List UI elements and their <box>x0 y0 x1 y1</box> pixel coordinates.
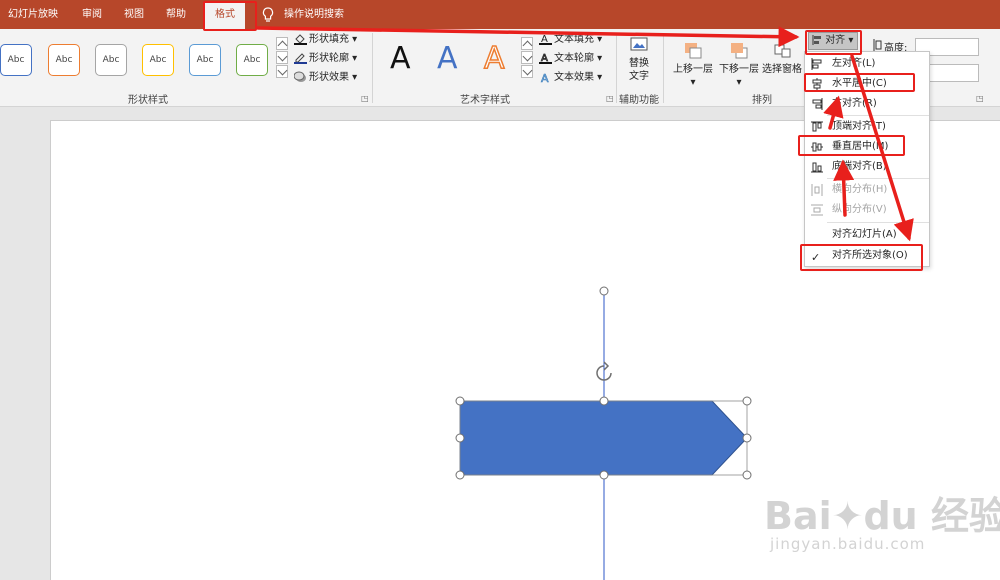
menu-divider <box>827 115 929 116</box>
menu-divider <box>827 178 929 179</box>
align-left-icon <box>811 58 823 70</box>
menu-item-label: 横向分布(H) <box>832 184 888 195</box>
distribute-horizontal-icon <box>811 184 823 196</box>
menu-divider <box>827 222 929 223</box>
menu-item-label: 左对齐(L) <box>832 58 876 69</box>
align-right-icon <box>811 98 823 110</box>
annotation-box-format-tab <box>203 1 257 31</box>
align-top-icon <box>811 121 823 133</box>
menu-item-distribute-horizontally: 横向分布(H) <box>805 180 929 200</box>
menu-item-distribute-vertically: 纵向分布(V) <box>805 200 929 220</box>
menu-item-label: 对齐幻灯片(A) <box>832 229 897 240</box>
annotation-box-align-button <box>805 30 862 55</box>
watermark-url: jingyan.baidu.com <box>770 535 926 553</box>
watermark-du: du <box>863 494 918 538</box>
menu-item-label: 右对齐(R) <box>832 98 877 109</box>
menu-item-align-top[interactable]: 顶端对齐(T) <box>805 117 929 137</box>
pentagon-arrow <box>459 400 748 476</box>
watermark-logo-text: Bai✦du 经验 <box>764 485 1000 540</box>
menu-item-label: 纵向分布(V) <box>832 204 887 215</box>
annotation-box-center-horizontally <box>804 73 915 92</box>
annotation-box-center-vertically <box>798 135 905 156</box>
menu-item-align-bottom[interactable]: 底端对齐(B) <box>805 157 929 177</box>
watermark-paw-icon: ✦ <box>831 494 864 538</box>
menu-item-align-right[interactable]: 右对齐(R) <box>805 94 929 114</box>
watermark-bai: Bai <box>764 494 832 538</box>
menu-item-label: 顶端对齐(T) <box>832 121 886 132</box>
annotation-box-align-selected <box>800 244 923 271</box>
watermark-brand: 经验 <box>930 494 1000 538</box>
distribute-vertical-icon <box>811 204 823 216</box>
menu-item-label: 底端对齐(B) <box>832 161 887 172</box>
align-bottom-icon <box>811 161 823 173</box>
menu-item-align-left[interactable]: 左对齐(L) <box>805 54 929 74</box>
menu-item-align-to-slide[interactable]: 对齐幻灯片(A) <box>805 225 929 245</box>
